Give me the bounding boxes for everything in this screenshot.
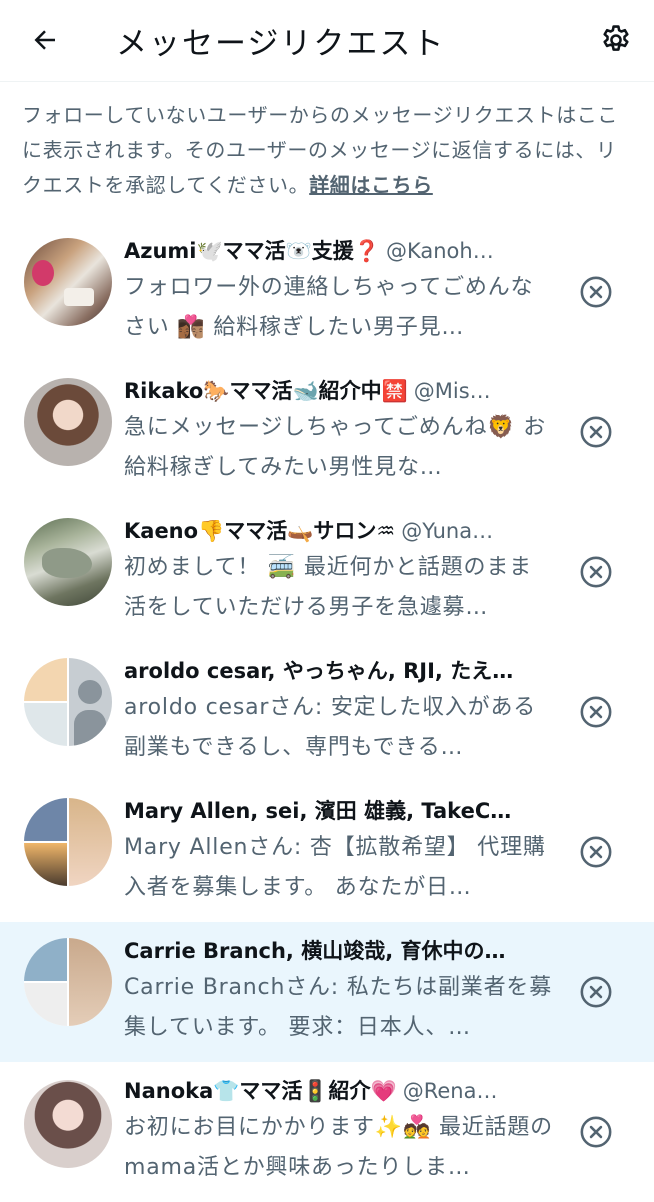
close-circle-icon: [580, 836, 612, 868]
sender-line: Mary Allen, sei, 濱田 雄義, TakeC…: [124, 794, 554, 828]
dismiss-button[interactable]: [578, 834, 614, 870]
close-circle-icon: [580, 976, 612, 1008]
request-row[interactable]: Carrie Branch, 横山竣哉, 育休中の… Carrie Branch…: [0, 922, 654, 1062]
requests-info-text: フォローしていないユーザーからのメッセージリクエストはここに表示されます。そのユ…: [22, 98, 634, 203]
gear-icon: [603, 25, 629, 51]
page-title: メッセージリクエスト: [116, 26, 446, 62]
avatar: [24, 378, 112, 466]
dismiss-button[interactable]: [578, 554, 614, 590]
request-row[interactable]: Kaeno👎ママ活🛶サロン♒ @Yuna… 初めまして！ 🚎 最近何かと話題のまま…: [0, 502, 654, 642]
request-list: Azumi🕊️ママ活🐻‍❄️支援❓ @Kanoh… フォロワー外の連絡しちゃってご…: [0, 222, 654, 1202]
learn-more-link[interactable]: 詳細はこちら: [309, 173, 433, 197]
avatar: [24, 518, 112, 606]
group-avatar: [24, 658, 112, 746]
sender-line: Nanoka👕ママ活🚦紹介💗 @Rena…: [124, 1074, 554, 1108]
sender-name: Nanoka👕ママ活🚦紹介💗: [124, 1079, 397, 1103]
back-button[interactable]: [22, 20, 68, 60]
message-preview: 初めまして！ 🚎 最近何かと話題のまま活をしていただける男子を急遽募…: [124, 555, 532, 620]
request-row[interactable]: aroldo cesar, やっちゃん, RJI, たえ… aroldo ces…: [0, 642, 654, 782]
request-row[interactable]: Azumi🕊️ママ活🐻‍❄️支援❓ @Kanoh… フォロワー外の連絡しちゃってご…: [0, 222, 654, 362]
group-avatar: [24, 798, 112, 886]
sender-name: Kaeno👎ママ活🛶サロン♒: [124, 519, 396, 543]
request-content: Rikako🐎ママ活🐋紹介中🈲 @Mis… 急にメッセージしちゃってごめんね🦁 お…: [124, 374, 554, 488]
group-names: Mary Allen, sei, 濱田 雄義, TakeC…: [124, 799, 512, 823]
dismiss-button[interactable]: [578, 974, 614, 1010]
sender-handle: @Kanoh…: [385, 239, 494, 263]
close-circle-icon: [580, 556, 612, 588]
request-content: Carrie Branch, 横山竣哉, 育休中の… Carrie Branch…: [124, 934, 554, 1048]
request-content: Mary Allen, sei, 濱田 雄義, TakeC… Mary Alle…: [124, 794, 554, 908]
close-circle-icon: [580, 416, 612, 448]
request-content: Nanoka👕ママ活🚦紹介💗 @Rena… お初にお目にかかります✨💑 最近話題の…: [124, 1074, 554, 1188]
sender-handle: @Rena…: [402, 1079, 498, 1103]
top-bar: メッセージリクエスト: [0, 0, 654, 82]
message-preview: 急にメッセージしちゃってごめんね🦁 お給料稼ぎしてみたい男性見な…: [124, 415, 547, 480]
sender-handle: @Yuna…: [401, 519, 494, 543]
settings-button[interactable]: [594, 18, 638, 62]
sender-handle: @Mis…: [413, 379, 491, 403]
arrow-left-icon: [34, 30, 55, 50]
request-content: Kaeno👎ママ活🛶サロン♒ @Yuna… 初めまして！ 🚎 最近何かと話題のまま…: [124, 514, 554, 628]
close-circle-icon: [580, 276, 612, 308]
sender-line: Carrie Branch, 横山竣哉, 育休中の…: [124, 934, 554, 968]
message-preview: Mary Allenさん: 杏【拡散希望】 代理購入者を募集します。 あなたが日…: [124, 835, 546, 900]
avatar: [24, 238, 112, 326]
message-preview: フォロワー外の連絡しちゃってごめんなさい 👩🏾‍❤️‍💋‍👨🏽 給料稼ぎしたい男…: [124, 275, 534, 340]
dismiss-button[interactable]: [578, 414, 614, 450]
message-preview: Carrie Branchさん: 私たちは副業者を募集しています。 要求：日本人…: [124, 975, 552, 1040]
request-content: Azumi🕊️ママ活🐻‍❄️支援❓ @Kanoh… フォロワー外の連絡しちゃってご…: [124, 234, 554, 348]
sender-name: Rikako🐎ママ活🐋紹介中🈲: [124, 379, 408, 403]
request-row[interactable]: Mary Allen, sei, 濱田 雄義, TakeC… Mary Alle…: [0, 782, 654, 922]
sender-name: Azumi🕊️ママ活🐻‍❄️支援❓: [124, 239, 380, 263]
avatar: [24, 1080, 112, 1168]
dismiss-button[interactable]: [578, 1114, 614, 1150]
sender-line: aroldo cesar, やっちゃん, RJI, たえ…: [124, 654, 554, 688]
request-row[interactable]: Nanoka👕ママ活🚦紹介💗 @Rena… お初にお目にかかります✨💑 最近話題の…: [0, 1062, 654, 1202]
group-avatar: [24, 938, 112, 1026]
group-names: Carrie Branch, 横山竣哉, 育休中の…: [124, 939, 506, 963]
dismiss-button[interactable]: [578, 274, 614, 310]
message-preview: aroldo cesarさん: 安定した収入がある 副業もできるし、専門もできる…: [124, 695, 537, 760]
sender-line: Kaeno👎ママ活🛶サロン♒ @Yuna…: [124, 514, 554, 548]
request-row[interactable]: Rikako🐎ママ活🐋紹介中🈲 @Mis… 急にメッセージしちゃってごめんね🦁 お…: [0, 362, 654, 502]
dismiss-button[interactable]: [578, 694, 614, 730]
sender-line: Azumi🕊️ママ活🐻‍❄️支援❓ @Kanoh…: [124, 234, 554, 268]
close-circle-icon: [580, 696, 612, 728]
sender-line: Rikako🐎ママ活🐋紹介中🈲 @Mis…: [124, 374, 554, 408]
group-names: aroldo cesar, やっちゃん, RJI, たえ…: [124, 659, 514, 683]
request-content: aroldo cesar, やっちゃん, RJI, たえ… aroldo ces…: [124, 654, 554, 768]
message-preview: お初にお目にかかります✨💑 最近話題のmama活とか興味あったりしま…: [124, 1115, 553, 1180]
close-circle-icon: [580, 1116, 612, 1148]
